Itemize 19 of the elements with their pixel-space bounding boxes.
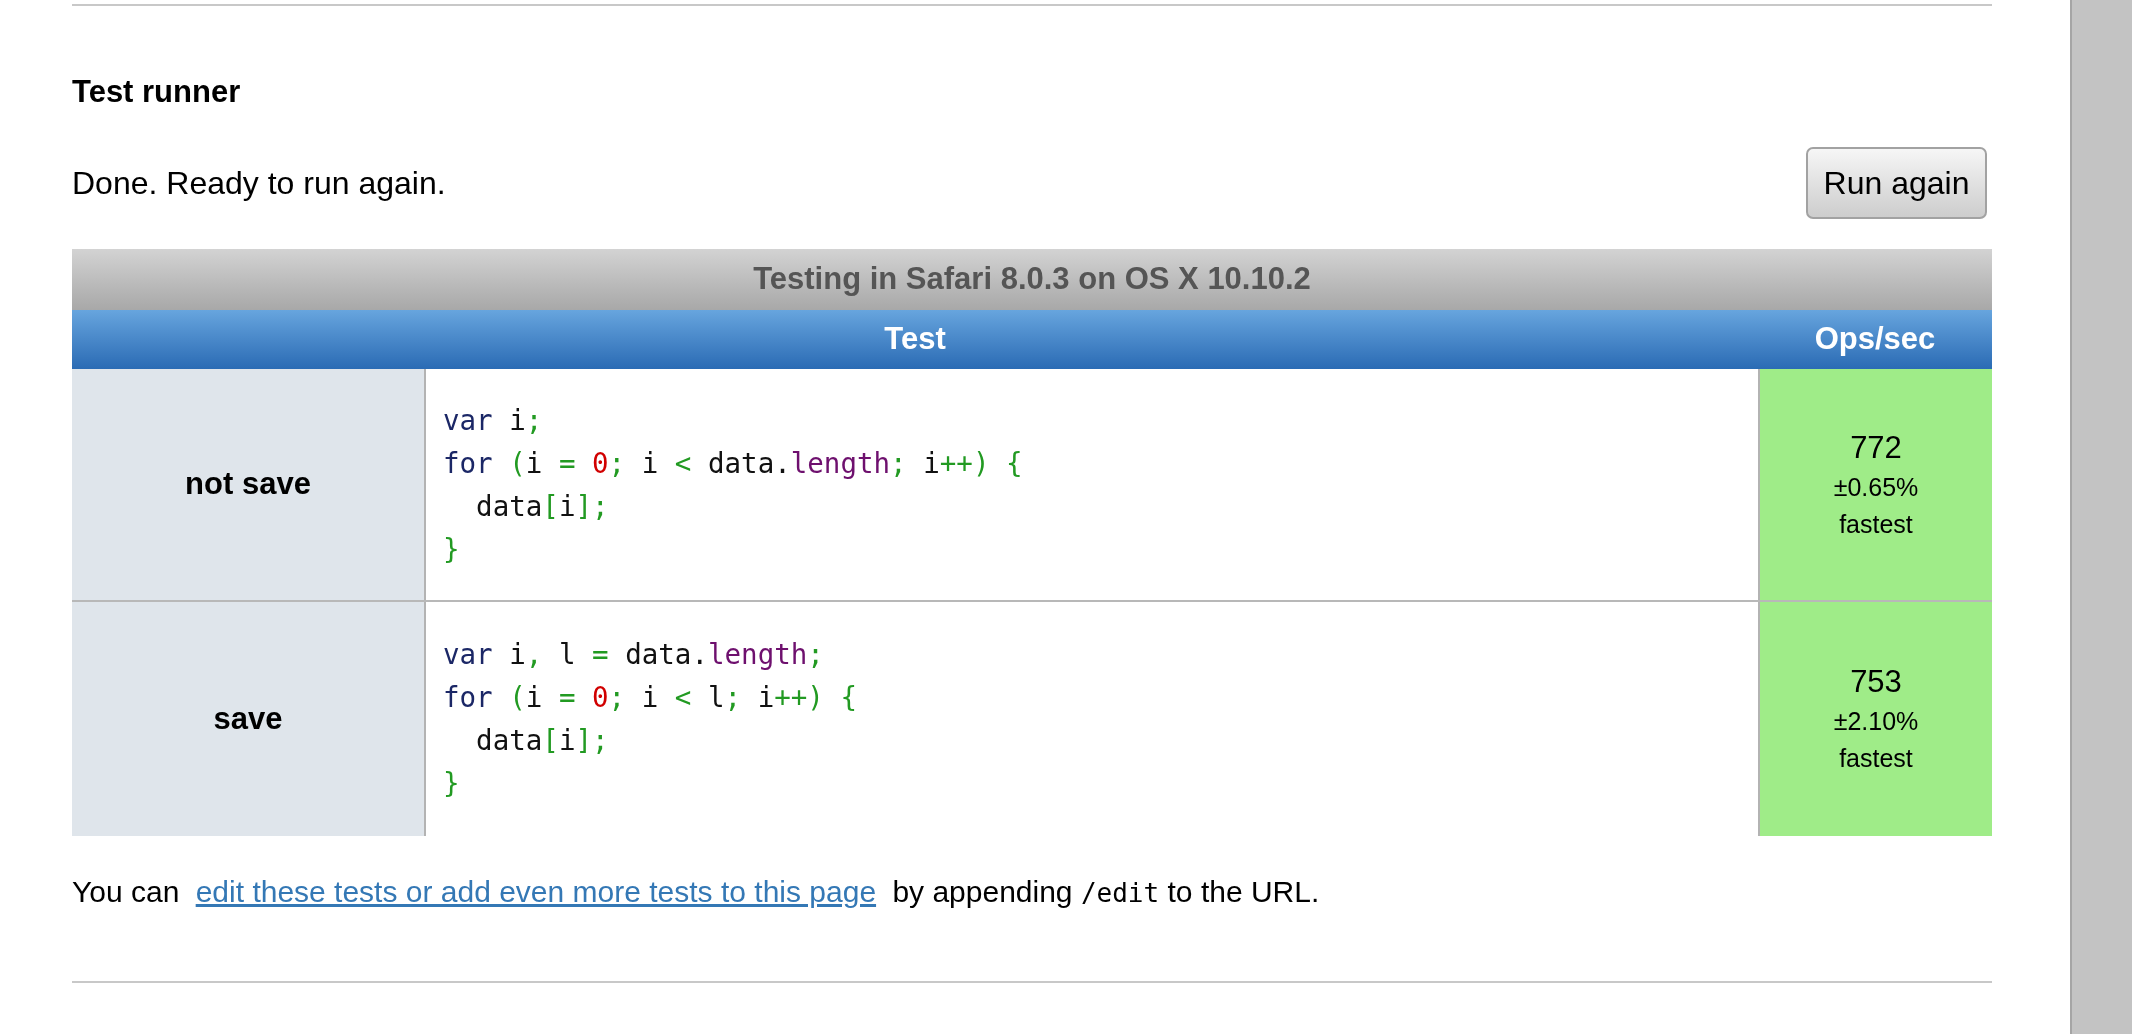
code-snippet: var i; for (i = 0; i < data.length; i++) { data[i]; } <box>443 402 1023 567</box>
edit-tests-link[interactable]: edit these tests or add even more tests to this page <box>195 875 877 908</box>
test-name-cell: save <box>72 602 426 836</box>
ops-per-sec-value: 753 <box>1850 663 1902 701</box>
table-caption: Testing in Safari 8.0.3 on OS X 10.10.2 <box>72 249 1992 310</box>
footer-note: You can edit these tests or add even more tests to this page by appending /edit to the URL. <box>72 874 1320 910</box>
run-again-button[interactable]: Run again <box>1806 147 1987 219</box>
column-header: Ops/sec <box>1758 310 1992 369</box>
code-snippet: var i, l = data.length; for (i = 0; i < l; i++) { data[i]; } <box>443 637 857 801</box>
section-heading: Test runner <box>72 74 241 110</box>
error-margin: ±2.10% <box>1833 706 1919 737</box>
scrollbar-track[interactable] <box>2070 0 2132 1034</box>
error-margin: ±0.65% <box>1833 471 1919 503</box>
status-text: Done. Ready to run again. <box>72 165 446 201</box>
rank-label: fastest <box>1839 508 1913 540</box>
ops-per-sec-value: 772 <box>1850 428 1902 467</box>
test-name-cell: not save <box>72 369 426 600</box>
rank-label: fastest <box>1839 743 1913 774</box>
column-header: Test <box>72 310 1758 369</box>
